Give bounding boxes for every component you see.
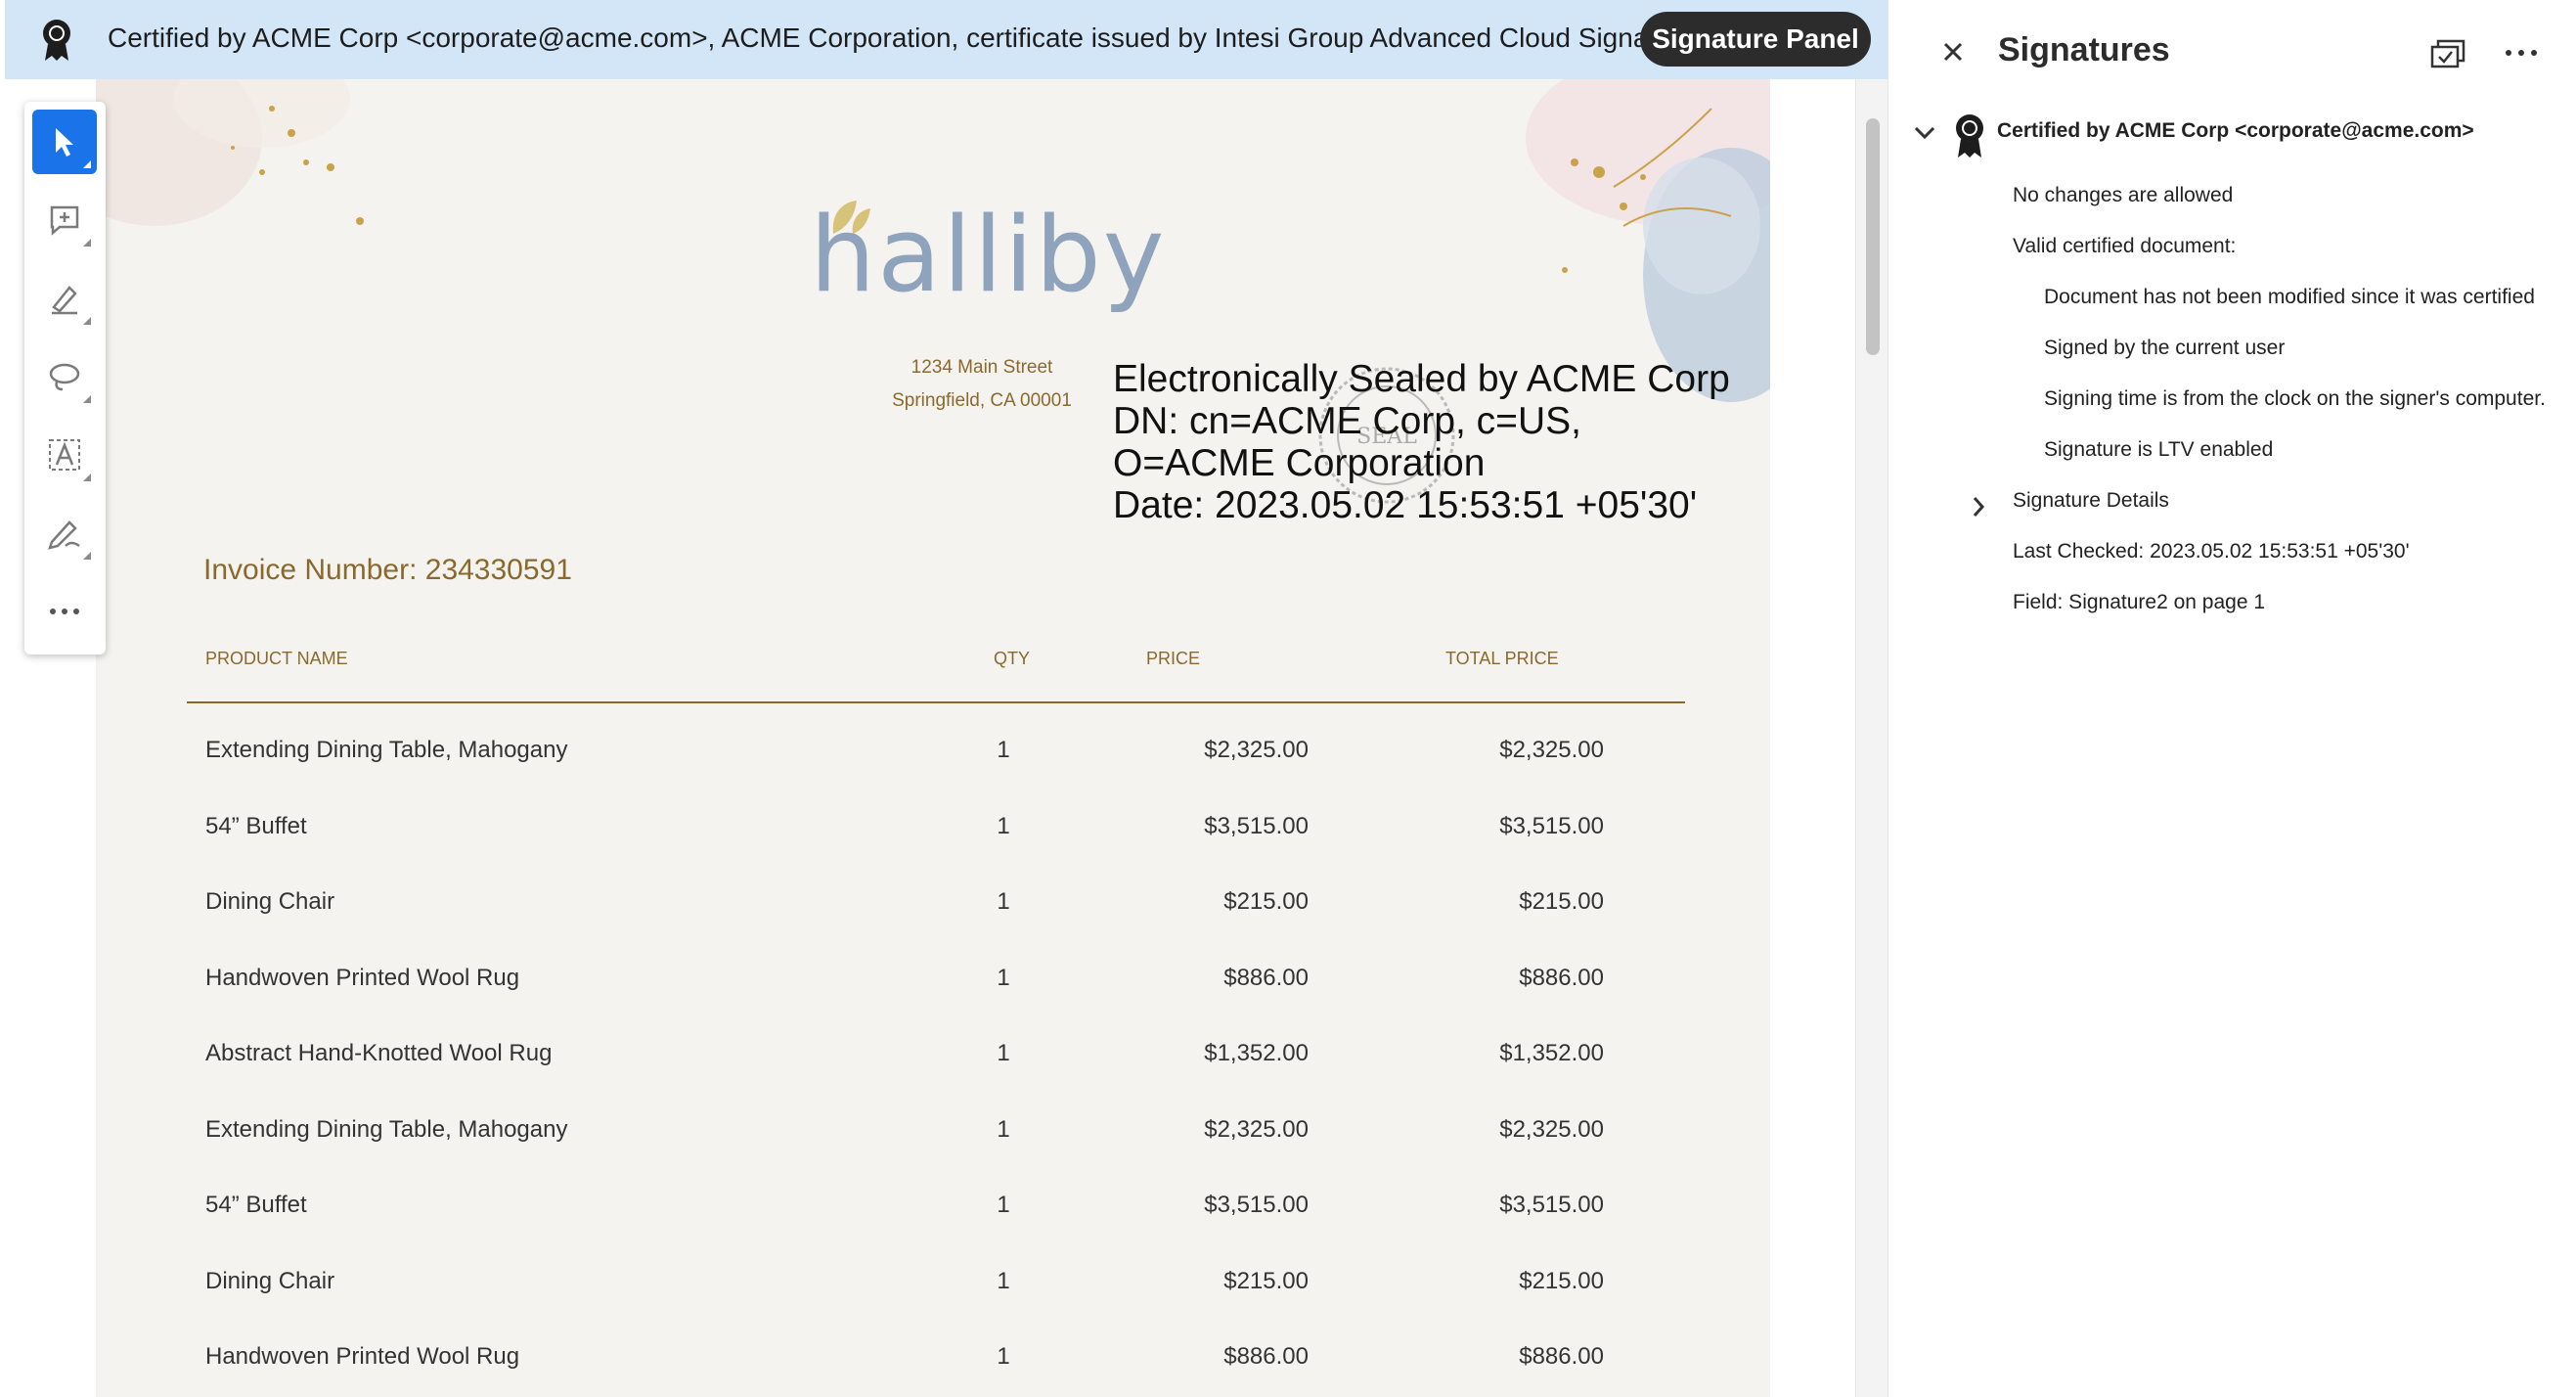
product-name-cell: Handwoven Printed Wool Rug [205,964,520,991]
total-price-cell: $1,352.00 [1499,1040,1604,1066]
total-price-cell: $3,515.00 [1499,812,1604,839]
qty-cell: 1 [997,1267,1010,1294]
product-name-cell: Dining Chair [205,888,335,915]
comment-tool-button[interactable] [32,188,97,252]
status-signing-time: Signing time is from the clock on the si… [2044,387,2546,410]
price-cell: $886.00 [1223,964,1309,991]
select-tool-button[interactable] [32,110,97,174]
seal-line-4: Date: 2023.05.02 15:53:51 +05'30' [1113,484,1698,526]
tools-toolbar [24,102,106,654]
certification-banner: Certified by ACME Corp <corporate@acme.c… [5,0,1888,79]
product-name-cell: 54” Buffet [205,812,307,839]
validate-signatures-icon[interactable] [2428,35,2467,72]
invoice-number: Invoice Number: 234330591 [203,554,572,586]
signatures-panel: Signatures Certified by ACME Corp <corpo… [1888,0,2576,1397]
panel-title: Signatures [1998,31,2170,68]
price-cell: $1,352.00 [1204,1040,1309,1066]
close-icon[interactable] [1942,41,1964,63]
qty-cell: 1 [997,1192,1010,1218]
more-tools-button[interactable] [32,579,97,644]
product-name-cell: Dining Chair [205,1267,335,1294]
last-checked: Last Checked: 2023.05.02 15:53:51 +05'30… [2013,540,2410,563]
watercolor-decoration-right [1526,79,1770,402]
qty-cell: 1 [997,1115,1010,1143]
qty-cell: 1 [997,888,1010,915]
header-qty: QTY [994,649,1031,668]
header-price: PRICE [1146,649,1201,668]
text-box-icon [49,439,80,471]
price-cell: $3,515.00 [1204,1192,1309,1218]
certificate-title[interactable]: Certified by ACME Corp <corporate@acme.c… [1997,119,2474,143]
watercolor-decoration-left [96,79,364,226]
lasso-icon [49,363,80,391]
status-not-modified: Document has not been modified since it … [2044,286,2535,308]
price-cell: $215.00 [1223,888,1309,915]
sign-tool-button[interactable] [32,501,97,565]
price-cell: $215.00 [1223,1267,1309,1294]
highlight-tool-button[interactable] [32,266,97,331]
panel-more-icon[interactable] [2505,49,2538,57]
qty-cell: 1 [997,812,1010,839]
qty-cell: 1 [997,964,1010,991]
signature-details-toggle[interactable]: Signature Details [2013,489,2169,513]
vertical-scrollbar[interactable] [1855,79,1888,1397]
document-page: halliby 1234 Main Street Springfield, CA… [96,79,1770,1397]
lasso-tool-button[interactable] [32,344,97,409]
seal-line-3: O=ACME Corporation [1113,442,1486,484]
more-icon [50,608,79,614]
signature-pen-icon [48,520,80,550]
total-price-cell: $215.00 [1519,1267,1604,1294]
certification-text: Certified by ACME Corp <corporate@acme.c… [108,23,1742,53]
product-name-cell: 54” Buffet [205,1192,307,1218]
address-line-1: 1234 Main Street [910,357,1053,378]
select-icon [56,128,73,157]
certificate-ribbon-icon [1956,114,1983,158]
header-product-name: PRODUCT NAME [205,649,348,668]
status-signed-by-user: Signed by the current user [2044,337,2286,359]
company-logo: halliby [810,195,1167,315]
address-line-2: Springfield, CA 00001 [892,390,1072,411]
status-ltv-enabled: Signature is LTV enabled [2044,438,2274,461]
highlight-pen-icon [52,286,77,315]
total-price-cell: $886.00 [1519,1343,1604,1370]
price-cell: $3,515.00 [1204,812,1309,839]
product-name-cell: Abstract Hand-Knotted Wool Rug [205,1040,553,1066]
scrollbar-thumb[interactable] [1866,118,1880,355]
total-price-cell: $2,325.00 [1499,737,1604,763]
qty-cell: 1 [997,1343,1010,1370]
header-rule [187,701,1685,703]
comment-icon [50,205,79,236]
text-box-tool-button[interactable] [32,423,97,487]
signature-panel-button[interactable]: Signature Panel [1640,12,1871,67]
header-total-price: TOTAL PRICE [1445,649,1559,668]
seal-line-2: DN: cn=ACME Corp, c=US, [1113,400,1581,442]
product-name-cell: Extending Dining Table, Mahogany [205,1115,568,1143]
price-cell: $886.00 [1223,1343,1309,1370]
seal-line-1: Electronically Sealed by ACME Corp [1113,358,1730,400]
product-name-cell: Handwoven Printed Wool Rug [205,1343,520,1370]
total-price-cell: $886.00 [1519,964,1604,991]
qty-cell: 1 [997,1040,1010,1066]
field-info: Field: Signature2 on page 1 [2013,591,2266,613]
status-valid-certified: Valid certified document: [2013,235,2237,257]
chevron-down-icon[interactable] [1913,125,1936,141]
product-name-cell: Extending Dining Table, Mahogany [205,737,568,763]
qty-cell: 1 [997,737,1010,763]
document-viewer[interactable]: halliby 1234 Main Street Springfield, CA… [5,79,1888,1397]
price-cell: $2,325.00 [1204,1115,1309,1143]
total-price-cell: $2,325.00 [1499,1115,1604,1143]
certificate-ribbon-icon [43,20,70,61]
price-cell: $2,325.00 [1204,737,1309,763]
status-no-changes: No changes are allowed [2013,184,2234,206]
chevron-right-icon[interactable] [1972,495,1985,518]
total-price-cell: $215.00 [1519,888,1604,915]
total-price-cell: $3,515.00 [1499,1192,1604,1218]
